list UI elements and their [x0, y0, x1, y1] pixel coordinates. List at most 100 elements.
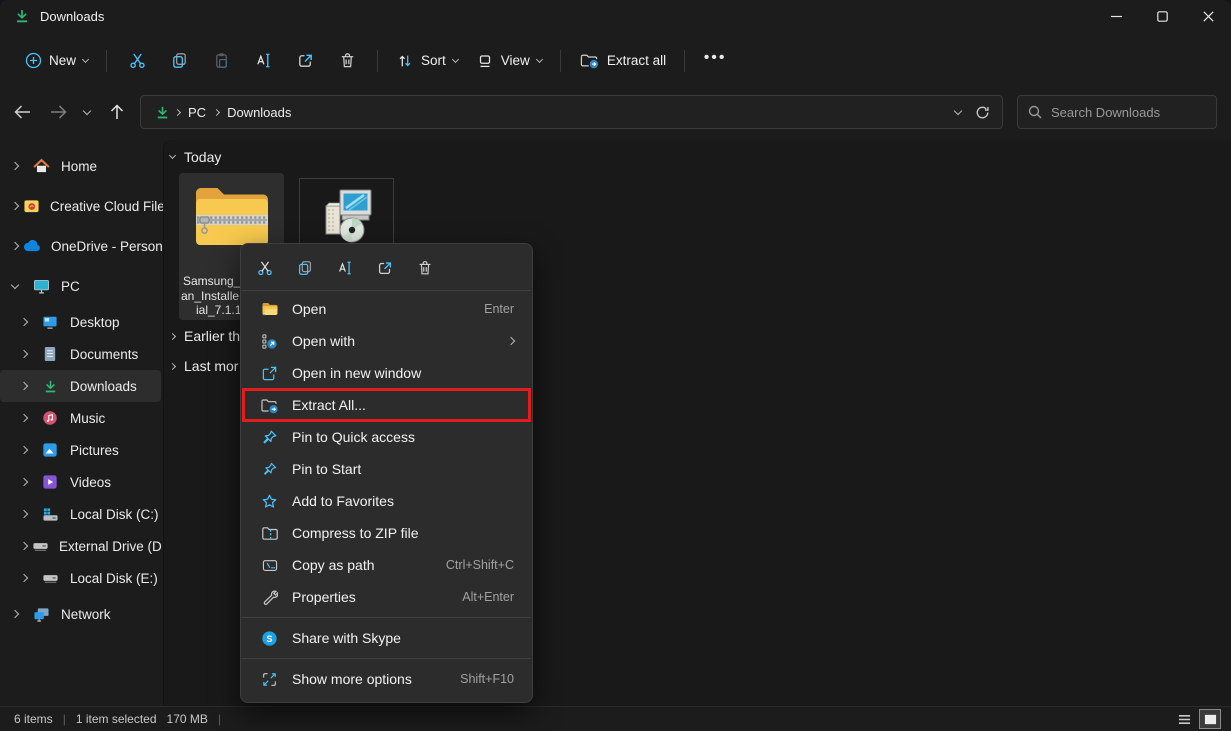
sidebar-item-local-disk-e[interactable]: Local Disk (E:) — [0, 562, 163, 594]
menu-item-add-favorites[interactable]: Add to Favorites — [245, 485, 528, 517]
copy-button[interactable] — [158, 43, 200, 79]
group-label: Today — [184, 149, 221, 165]
arrow-right-icon — [50, 105, 67, 119]
chevron-right-icon[interactable] — [21, 447, 35, 453]
paste-button[interactable] — [200, 43, 242, 79]
network-icon — [31, 607, 51, 622]
menu-item-open-new-window[interactable]: Open in new window — [245, 357, 528, 389]
sidebar-item-music[interactable]: Music — [0, 402, 163, 434]
menu-item-properties[interactable]: Properties Alt+Enter — [245, 581, 528, 613]
breadcrumb-downloads[interactable]: Downloads — [220, 101, 298, 124]
pictures-icon — [40, 442, 60, 458]
menu-item-show-more-options[interactable]: Show more options Shift+F10 — [245, 663, 528, 695]
sidebar-item-label: Downloads — [70, 379, 137, 394]
copy-button[interactable] — [293, 254, 317, 282]
wrench-icon — [260, 589, 279, 606]
rename-button[interactable] — [242, 43, 284, 79]
chevron-right-icon[interactable] — [21, 383, 35, 389]
menu-item-copy-path[interactable]: Copy as path Ctrl+Shift+C — [245, 549, 528, 581]
ellipsis-icon: ••• — [704, 49, 727, 73]
back-button[interactable] — [5, 95, 39, 129]
menu-item-pin-start[interactable]: Pin to Start — [245, 453, 528, 485]
copy-icon — [170, 51, 189, 70]
sidebar-item-local-disk-c[interactable]: Local Disk (C:) — [0, 498, 163, 530]
view-button-label: View — [501, 53, 530, 68]
delete-button[interactable] — [326, 43, 368, 79]
search-box[interactable] — [1017, 95, 1217, 129]
group-header-earlier[interactable]: Earlier th — [170, 328, 240, 344]
group-header-last-month[interactable]: Last mor — [170, 358, 238, 374]
large-icons-view-toggle[interactable] — [1199, 709, 1221, 729]
menu-separator — [242, 658, 531, 659]
menu-item-open-with[interactable]: Open with — [245, 325, 528, 357]
recent-locations-button[interactable] — [74, 95, 100, 129]
minimize-button[interactable] — [1093, 0, 1139, 32]
extract-all-button[interactable]: Extract all — [570, 43, 675, 79]
menu-item-pin-quick-access[interactable]: Pin to Quick access — [245, 421, 528, 453]
forward-button[interactable] — [41, 95, 75, 129]
chevron-right-icon[interactable] — [21, 415, 35, 421]
view-button[interactable]: View — [467, 43, 551, 79]
group-label: Earlier th — [184, 328, 240, 344]
maximize-button[interactable] — [1139, 0, 1185, 32]
menu-item-compress-zip[interactable]: Compress to ZIP file — [245, 517, 528, 549]
sidebar-item-onedrive[interactable]: OneDrive - Personal — [0, 226, 163, 266]
cut-button[interactable] — [116, 43, 158, 79]
share-button[interactable] — [373, 254, 397, 282]
chevron-right-icon[interactable] — [12, 163, 26, 169]
chevron-down-icon[interactable] — [12, 285, 26, 288]
toolbar-divider — [106, 50, 107, 72]
menu-item-extract-all[interactable]: Extract All... — [245, 389, 528, 421]
delete-button[interactable] — [413, 254, 437, 282]
rename-button[interactable] — [333, 254, 357, 282]
see-more-button[interactable]: ••• — [694, 43, 736, 79]
address-bar[interactable]: PC Downloads — [140, 95, 1003, 129]
search-input[interactable] — [1051, 105, 1191, 120]
chevron-right-icon[interactable] — [12, 611, 26, 617]
sidebar-item-desktop[interactable]: Desktop — [0, 306, 163, 338]
pc-monitor-icon — [31, 279, 51, 294]
chevron-right-icon[interactable] — [12, 203, 18, 209]
chevron-right-icon[interactable] — [21, 543, 27, 549]
share-button[interactable] — [284, 43, 326, 79]
menu-item-label: Pin to Start — [292, 461, 361, 477]
chevron-right-icon[interactable] — [12, 243, 18, 249]
sidebar-item-downloads[interactable]: Downloads — [0, 370, 161, 402]
breadcrumb-pc[interactable]: PC — [181, 101, 213, 124]
new-button[interactable]: New — [16, 43, 97, 79]
sidebar-item-documents[interactable]: Documents — [0, 338, 163, 370]
close-button[interactable] — [1185, 0, 1231, 32]
rename-icon — [336, 259, 354, 277]
chevron-down-icon — [83, 106, 91, 114]
chevron-right-icon[interactable] — [21, 319, 35, 325]
sidebar-item-pictures[interactable]: Pictures — [0, 434, 163, 466]
sidebar-item-videos[interactable]: Videos — [0, 466, 163, 498]
sidebar-item-external-drive-d[interactable]: External Drive (D:) — [0, 530, 163, 562]
plus-circle-icon — [25, 52, 42, 69]
sidebar-item-home[interactable]: Home — [0, 146, 163, 186]
large-icons-view-icon — [1203, 713, 1218, 726]
context-menu-quick-actions — [241, 248, 532, 288]
details-view-toggle[interactable] — [1173, 709, 1195, 729]
trash-icon — [416, 259, 434, 277]
system-drive-icon — [40, 507, 60, 522]
chevron-right-icon[interactable] — [21, 575, 35, 581]
menu-shortcut: Shift+F10 — [460, 672, 514, 686]
sidebar-item-creative-cloud-files[interactable]: Creative Cloud Files — [0, 186, 163, 226]
chevron-right-icon — [169, 332, 176, 339]
address-dropdown-chevron-icon[interactable] — [954, 106, 962, 114]
sort-button[interactable]: Sort — [387, 43, 467, 79]
menu-item-label: Open — [292, 301, 326, 317]
sidebar-item-network[interactable]: Network — [0, 594, 163, 634]
up-button[interactable] — [100, 95, 134, 129]
chevron-right-icon[interactable] — [21, 351, 35, 357]
group-header-today[interactable]: Today — [170, 149, 221, 165]
chevron-right-icon[interactable] — [21, 511, 35, 517]
cut-button[interactable] — [253, 254, 277, 282]
refresh-button[interactable] — [975, 105, 990, 120]
chevron-right-icon[interactable] — [21, 479, 35, 485]
sidebar-item-pc[interactable]: PC — [0, 266, 163, 306]
file-tile-installer[interactable] — [299, 178, 394, 245]
menu-item-open[interactable]: Open Enter — [245, 293, 528, 325]
menu-item-share-skype[interactable]: S Share with Skype — [245, 622, 528, 654]
